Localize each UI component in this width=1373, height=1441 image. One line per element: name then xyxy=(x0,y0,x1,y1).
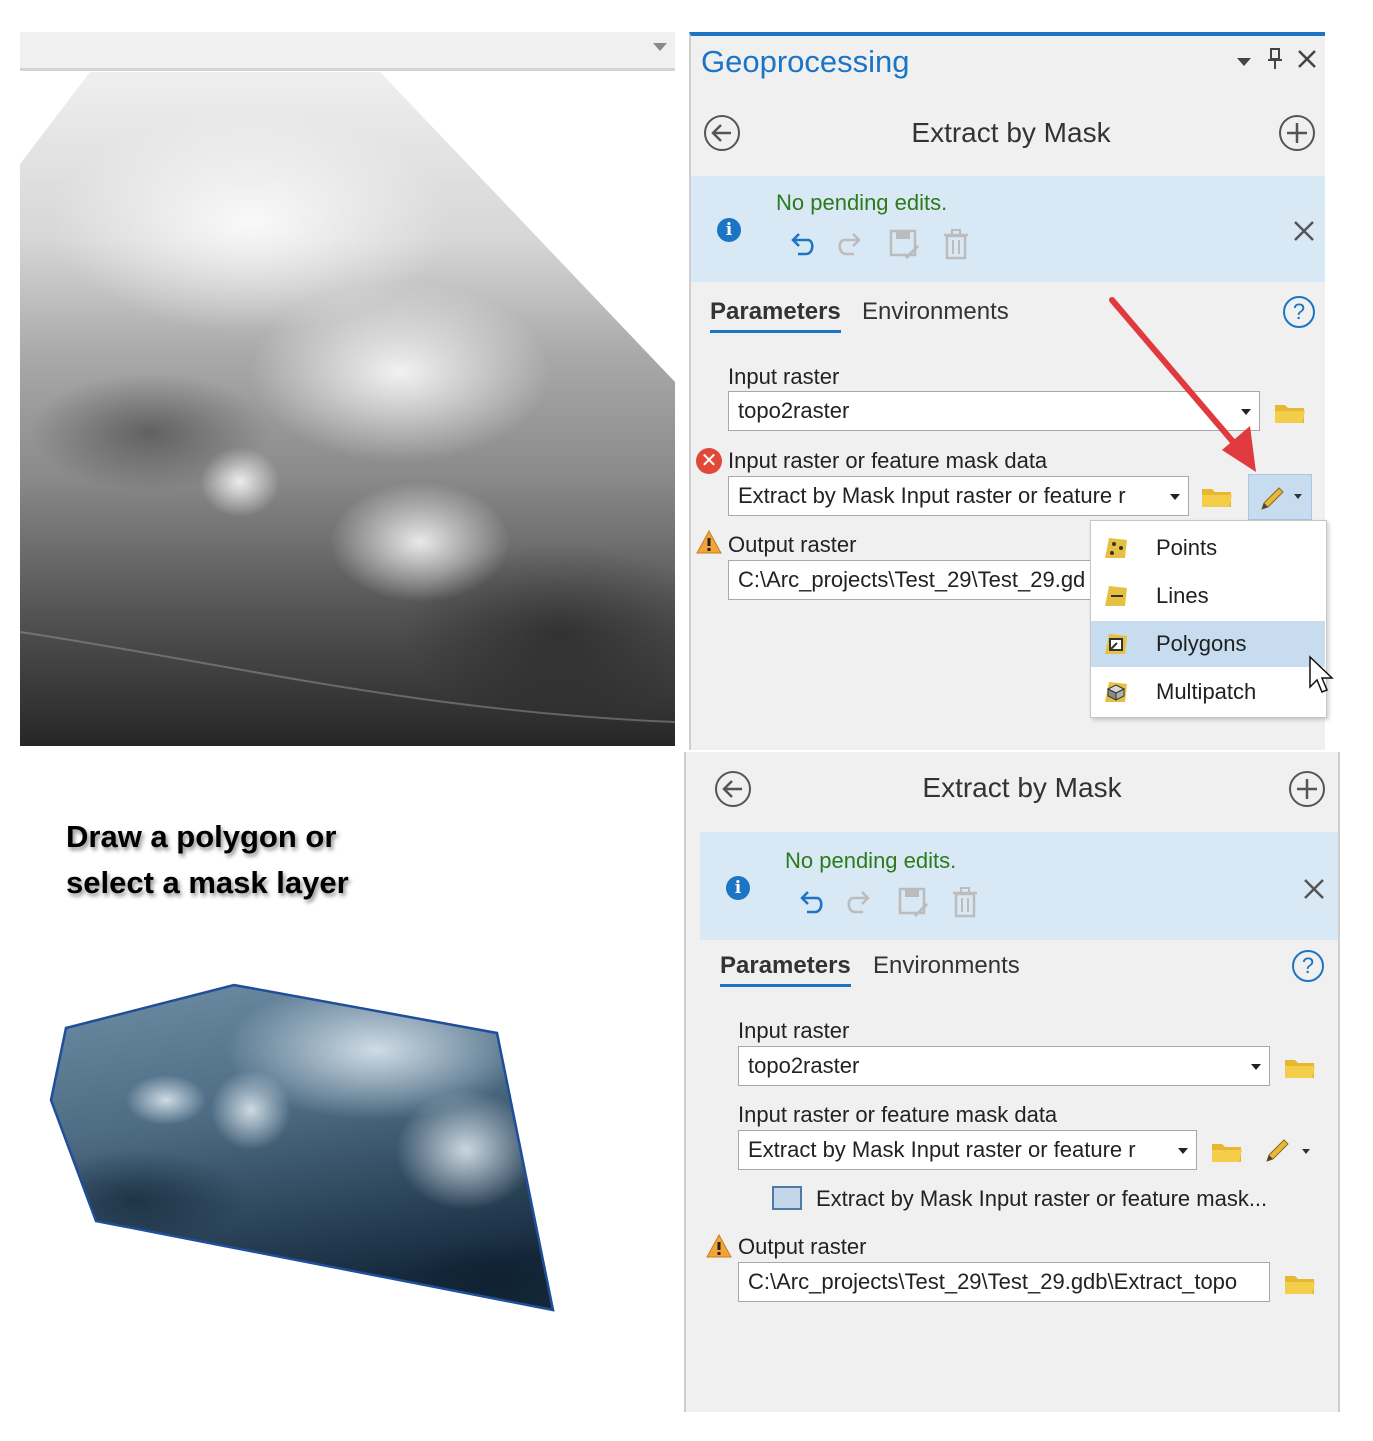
banner-message: No pending edits. xyxy=(776,190,948,215)
close-pane-icon[interactable] xyxy=(1297,49,1317,69)
folder-icon[interactable] xyxy=(1284,1056,1316,1080)
geoprocessing-pane-bottom: Extract by Mask i No pending edits. Para… xyxy=(684,752,1340,1412)
back-arrow-icon[interactable] xyxy=(703,114,741,152)
input-raster-dropdown[interactable]: topo2raster xyxy=(738,1046,1270,1086)
back-arrow-icon[interactable] xyxy=(714,770,752,808)
pane-options-icon[interactable] xyxy=(1237,58,1251,66)
output-raster-label: Output raster xyxy=(738,1234,867,1259)
input-raster-value: topo2raster xyxy=(748,1053,860,1078)
close-icon[interactable] xyxy=(1303,878,1325,900)
chevron-down-icon[interactable] xyxy=(1302,1149,1310,1154)
info-icon: i xyxy=(717,218,741,242)
folder-icon[interactable] xyxy=(1211,1140,1243,1164)
tool-title: Extract by Mask xyxy=(922,772,1122,803)
clipped-raster-polygon xyxy=(49,983,555,1312)
output-raster-label: Output raster xyxy=(728,532,857,557)
menu-item-polygons[interactable]: Polygons xyxy=(1091,621,1325,667)
menu-item-points[interactable]: Points xyxy=(1091,525,1325,571)
tool-title: Extract by Mask xyxy=(911,117,1111,148)
elevation-raster[interactable] xyxy=(20,72,675,746)
input-raster-value: topo2raster xyxy=(738,398,850,423)
discard-edits-icon[interactable] xyxy=(941,228,971,260)
input-raster-label: Input raster xyxy=(728,364,840,389)
edits-banner: i No pending edits. xyxy=(691,176,1325,282)
chevron-down-icon xyxy=(1178,1148,1188,1154)
info-icon: i xyxy=(726,876,750,900)
pane-content: Extract by Mask i No pending edits. Para… xyxy=(700,752,1338,1412)
output-raster-value: C:\Arc_projects\Test_29\Test_29.gd xyxy=(738,567,1086,592)
save-edits-icon[interactable] xyxy=(897,886,929,918)
pencil-icon[interactable] xyxy=(1264,1136,1292,1164)
headline-line-1: Draw a polygon or xyxy=(66,819,337,854)
map-view[interactable] xyxy=(20,32,675,746)
draw-type-menu: Points Lines Polygons Multipatch xyxy=(1090,520,1327,718)
add-icon[interactable] xyxy=(1278,114,1316,152)
add-icon[interactable] xyxy=(1288,770,1326,808)
undo-icon[interactable] xyxy=(795,888,825,918)
map-view-header xyxy=(20,32,675,71)
tab-parameters[interactable]: Parameters xyxy=(710,298,841,333)
menu-item-lines[interactable]: Lines xyxy=(1091,573,1325,619)
save-edits-icon[interactable] xyxy=(888,228,920,260)
multipatch-icon xyxy=(1105,682,1127,702)
warning-icon xyxy=(706,1234,732,1258)
input-raster-label: Input raster xyxy=(738,1018,850,1043)
undo-icon[interactable] xyxy=(786,230,816,260)
mouse-cursor-icon xyxy=(1309,655,1334,693)
help-icon[interactable]: ? xyxy=(1292,950,1324,982)
menu-item-label: Polygons xyxy=(1156,631,1247,656)
map-view-dropdown-icon[interactable] xyxy=(653,43,667,51)
mask-data-value: Extract by Mask Input raster or feature … xyxy=(748,1137,1136,1162)
mask-data-dropdown[interactable]: Extract by Mask Input raster or feature … xyxy=(738,1130,1197,1170)
redo-icon[interactable] xyxy=(836,230,866,260)
lines-icon xyxy=(1105,586,1127,606)
folder-icon[interactable] xyxy=(1284,1272,1316,1296)
menu-item-label: Points xyxy=(1156,535,1218,560)
instruction-headline: Draw a polygon or select a mask layer xyxy=(66,814,349,906)
edits-banner: i No pending edits. xyxy=(700,832,1338,940)
tab-parameters[interactable]: Parameters xyxy=(720,952,851,987)
chevron-down-icon xyxy=(1294,494,1302,499)
mask-data-label: Input raster or feature mask data xyxy=(728,448,1048,473)
menu-item-multipatch[interactable]: Multipatch xyxy=(1091,669,1325,715)
pin-icon[interactable] xyxy=(1266,48,1284,70)
chevron-down-icon xyxy=(1170,494,1180,500)
error-icon: ✕ xyxy=(696,448,722,474)
folder-icon[interactable] xyxy=(1274,401,1306,425)
points-icon xyxy=(1105,538,1127,558)
help-icon[interactable]: ? xyxy=(1283,296,1315,328)
pane-title: Geoprocessing xyxy=(701,44,910,79)
menu-item-label: Multipatch xyxy=(1156,679,1257,704)
banner-message: No pending edits. xyxy=(785,848,957,873)
discard-edits-icon[interactable] xyxy=(950,886,980,918)
output-raster-field[interactable]: C:\Arc_projects\Test_29\Test_29.gdb\Extr… xyxy=(738,1262,1270,1302)
headline-line-2: select a mask layer xyxy=(66,865,349,900)
annotation-arrow-icon xyxy=(1109,297,1256,472)
warning-icon xyxy=(696,530,722,554)
mask-layer-item[interactable]: Extract by Mask Input raster or feature … xyxy=(816,1186,1267,1212)
mask-data-value: Extract by Mask Input raster or feature … xyxy=(738,483,1126,508)
polygon-layer-swatch-icon xyxy=(772,1186,802,1210)
redo-icon[interactable] xyxy=(845,888,875,918)
tab-environments[interactable]: Environments xyxy=(873,952,1020,980)
output-raster-field[interactable]: C:\Arc_projects\Test_29\Test_29.gd xyxy=(728,560,1108,600)
tab-environments[interactable]: Environments xyxy=(862,298,1009,326)
mask-data-label: Input raster or feature mask data xyxy=(738,1102,1058,1127)
menu-item-label: Lines xyxy=(1156,583,1209,608)
close-icon[interactable] xyxy=(1293,220,1315,242)
output-raster-value: C:\Arc_projects\Test_29\Test_29.gdb\Extr… xyxy=(748,1269,1238,1294)
chevron-down-icon xyxy=(1251,1064,1261,1070)
polygons-icon xyxy=(1105,634,1127,654)
